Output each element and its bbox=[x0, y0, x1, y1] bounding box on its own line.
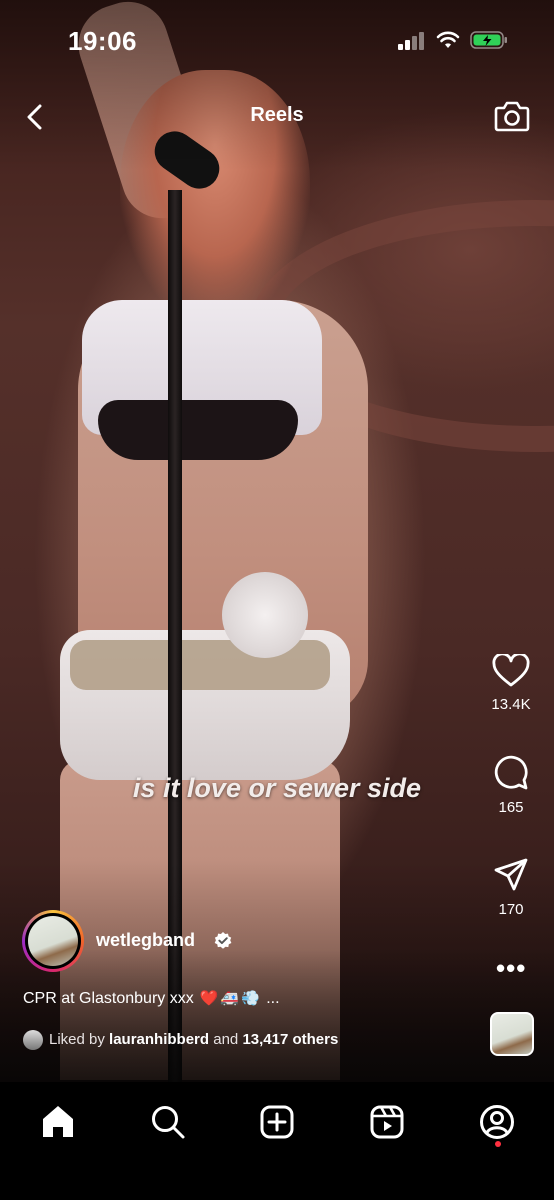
profile-icon bbox=[480, 1105, 514, 1139]
nav-search[interactable] bbox=[148, 1102, 188, 1142]
home-icon bbox=[43, 1106, 73, 1137]
caption-more[interactable]: ... bbox=[266, 990, 279, 1007]
more-options-icon[interactable]: ••• bbox=[496, 955, 526, 981]
liked-by-avatar bbox=[23, 1030, 43, 1050]
video-overlay-caption: is it love or sewer side bbox=[132, 773, 422, 803]
nav-profile[interactable] bbox=[477, 1102, 517, 1142]
cellular-signal-icon bbox=[398, 32, 426, 50]
share-count: 170 bbox=[498, 901, 524, 918]
comment-button[interactable]: 165 bbox=[480, 755, 542, 816]
status-bar: 19:06 bbox=[0, 0, 554, 80]
avatar-border bbox=[25, 913, 81, 969]
liked-by-conj: and bbox=[213, 1030, 239, 1048]
heart-icon bbox=[492, 654, 530, 687]
like-count: 13.4K bbox=[491, 696, 531, 713]
share-button[interactable]: 170 bbox=[480, 857, 542, 918]
comment-count: 165 bbox=[498, 799, 524, 816]
liked-by-others[interactable]: 13,417 others bbox=[242, 1031, 338, 1048]
notification-dot bbox=[495, 1141, 501, 1147]
liked-by-user[interactable]: lauranhibberd bbox=[109, 1031, 209, 1048]
liked-by-prefix: Liked by bbox=[49, 1030, 105, 1048]
video-figure-bra bbox=[98, 400, 298, 460]
author-avatar[interactable] bbox=[22, 910, 84, 972]
caption-text: CPR at Glastonbury xxx bbox=[23, 990, 194, 1007]
comment-icon bbox=[494, 755, 528, 790]
wifi-icon bbox=[436, 31, 460, 48]
nav-create[interactable] bbox=[257, 1102, 297, 1142]
bottom-nav bbox=[0, 1082, 554, 1200]
avatar-image bbox=[28, 916, 78, 966]
reel-video[interactable] bbox=[0, 0, 554, 1082]
battery-charging-icon bbox=[470, 31, 507, 49]
send-icon bbox=[494, 858, 528, 891]
caption-emojis: ❤️🚑💨 bbox=[199, 990, 262, 1007]
like-button[interactable]: 13.4K bbox=[480, 654, 542, 713]
page-title: Reels bbox=[250, 104, 304, 126]
author-username[interactable]: wetlegband bbox=[96, 930, 195, 951]
plus-square-icon bbox=[260, 1105, 294, 1139]
reels-icon bbox=[370, 1105, 404, 1139]
video-rosette bbox=[222, 572, 308, 658]
nav-reels[interactable] bbox=[367, 1102, 407, 1142]
camera-icon[interactable] bbox=[494, 99, 530, 133]
status-time: 19:06 bbox=[68, 26, 137, 56]
post-caption[interactable]: CPR at Glastonbury xxx ❤️🚑💨 ... bbox=[23, 989, 280, 1008]
liked-by-row[interactable]: Liked by lauranhibberd and 13,417 others bbox=[23, 1030, 338, 1050]
nav-home[interactable] bbox=[38, 1102, 78, 1142]
verified-badge-icon bbox=[214, 932, 232, 949]
search-icon bbox=[152, 1106, 185, 1139]
audio-thumbnail[interactable] bbox=[490, 1012, 534, 1056]
